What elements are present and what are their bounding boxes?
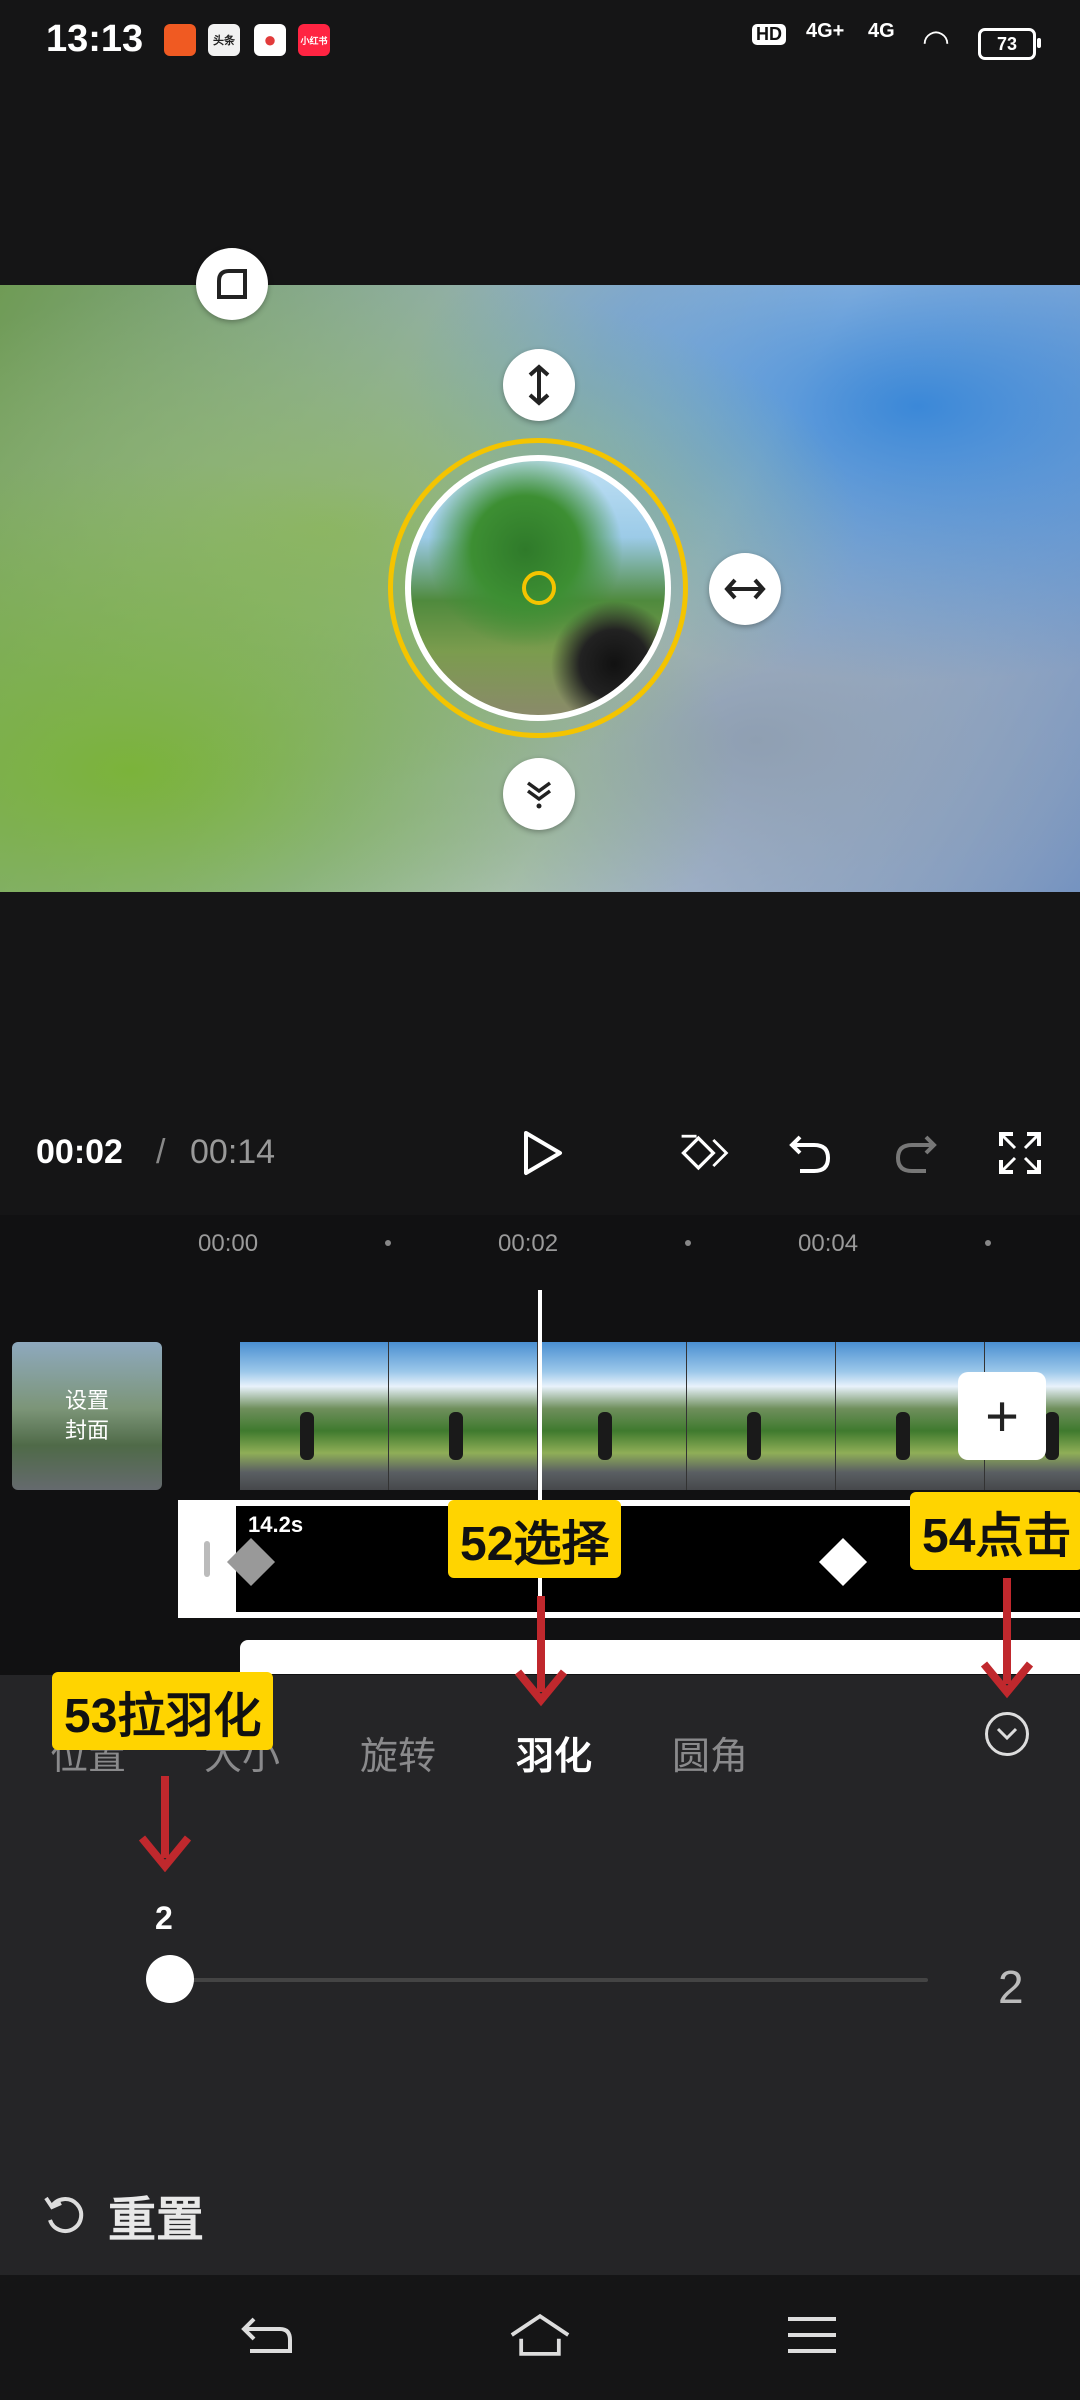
video-clip-strip[interactable] xyxy=(240,1342,1080,1490)
clip-frame xyxy=(389,1342,538,1490)
keyframe-icon[interactable] xyxy=(676,1125,732,1181)
set-cover-button[interactable]: 设置 封面 xyxy=(12,1342,162,1490)
battery-icon: 73 xyxy=(978,28,1041,60)
feather-slider-thumb[interactable] xyxy=(146,1955,194,2003)
track-left-handle[interactable] xyxy=(178,1500,236,1618)
feather-value-readout: 2 xyxy=(998,1961,1024,2013)
app-icon-2: 头条 xyxy=(208,24,240,56)
clip-frame xyxy=(538,1342,687,1490)
fullscreen-icon[interactable] xyxy=(992,1125,1048,1181)
annotation-arrow-icon xyxy=(980,1578,1034,1699)
tick-dot xyxy=(685,1240,691,1246)
play-icon[interactable] xyxy=(514,1125,570,1181)
reset-label: 重置 xyxy=(108,2194,205,2247)
time-tick: 00:02 xyxy=(498,1230,559,1257)
reset-button[interactable]: 重置 xyxy=(40,2180,204,2250)
status-bar xyxy=(0,0,1080,84)
collapse-panel-icon[interactable] xyxy=(985,1712,1029,1756)
clip-duration: 14.2s xyxy=(248,1512,304,1537)
app-icon-1 xyxy=(164,24,196,56)
time-tick: 00:00 xyxy=(198,1230,259,1257)
secondary-track[interactable] xyxy=(240,1640,1080,1674)
home-icon[interactable] xyxy=(508,2305,572,2365)
network-4g-plus-icon: 4G+ xyxy=(806,20,845,42)
set-cover-label: 设置 封面 xyxy=(64,1388,109,1443)
clip-frame xyxy=(687,1342,836,1490)
tick-dot xyxy=(985,1240,991,1246)
tab-feather[interactable]: 羽化 xyxy=(516,1725,592,1780)
feather-slider-value: 2 xyxy=(155,1900,173,1936)
redo-icon[interactable] xyxy=(888,1125,944,1181)
vertical-resize-handle-icon[interactable] xyxy=(503,349,575,421)
clip-frame xyxy=(240,1342,389,1490)
annotation-step-54: 54点击 xyxy=(910,1492,1080,1570)
network-4g-icon: 4G xyxy=(868,20,895,42)
reset-icon xyxy=(40,2190,90,2240)
app-icon-4: 小红书 xyxy=(298,24,330,56)
wifi-icon: ◠ xyxy=(922,23,950,59)
add-clip-button[interactable]: + xyxy=(958,1372,1046,1460)
horizontal-resize-handle-icon[interactable] xyxy=(709,553,781,625)
corner-radius-handle-icon[interactable] xyxy=(196,248,268,320)
location-app-icon: ● xyxy=(254,24,286,56)
annotation-step-53: 53拉羽化 xyxy=(52,1672,274,1750)
tab-rotate[interactable]: 旋转 xyxy=(360,1725,436,1780)
time-separator: / xyxy=(156,1133,166,1171)
menu-icon[interactable] xyxy=(780,2305,844,2365)
feather-slider-track[interactable] xyxy=(170,1978,928,1982)
tick-dot xyxy=(385,1240,391,1246)
hd-icon: HD xyxy=(752,24,786,45)
time-tick: 00:04 xyxy=(798,1230,859,1257)
status-clock: 13:13 xyxy=(46,18,144,60)
feather-handle-icon[interactable] xyxy=(503,758,575,830)
annotation-arrow-icon xyxy=(514,1596,568,1707)
total-time: 00:14 xyxy=(190,1133,276,1171)
current-time: 00:02 xyxy=(36,1133,123,1171)
back-icon[interactable] xyxy=(236,2305,300,2365)
undo-icon[interactable] xyxy=(782,1125,838,1181)
annotation-arrow-icon xyxy=(138,1776,192,1872)
mask-center-handle[interactable] xyxy=(522,571,556,605)
annotation-step-52: 52选择 xyxy=(448,1500,622,1578)
tab-corner-radius[interactable]: 圆角 xyxy=(672,1725,748,1780)
